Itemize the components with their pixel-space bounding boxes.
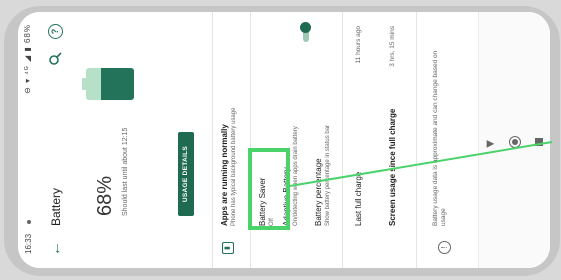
app-bar: ← Battery ? xyxy=(40,12,74,268)
last-full-charge-title: Last full charge xyxy=(354,171,363,226)
battery-body xyxy=(86,68,134,100)
info-icon: ! xyxy=(438,241,451,254)
battery-percentage-title: Battery percentage xyxy=(314,158,323,226)
back-arrow-icon[interactable]: ← xyxy=(47,241,65,256)
battery-estimate: Should last until about 12:15 xyxy=(122,127,129,216)
page-title: Battery xyxy=(49,187,63,226)
adaptive-battery-subtitle: On/detecting when apps drain battery xyxy=(293,126,299,226)
nav-recents-icon[interactable] xyxy=(535,138,543,146)
nav-home-icon[interactable] xyxy=(509,136,521,148)
notification-dot-icon xyxy=(27,220,31,224)
nav-back-icon[interactable]: ▶ xyxy=(487,139,495,150)
status-icons: ⊖ ▾ ⁴ᴳ ◢ ▮ 68% xyxy=(23,24,32,94)
last-full-charge-value: 11 hours ago xyxy=(355,26,362,64)
battery-fill xyxy=(101,68,134,100)
screen-usage-value: 3 hrs, 15 mins xyxy=(389,26,396,67)
navigation-bar: ▶ xyxy=(478,12,550,268)
battery-percentage-toggle[interactable] xyxy=(300,22,312,42)
usage-details-button[interactable]: USAGE DETAILS xyxy=(178,132,194,216)
battery-tip-icon: ▮ xyxy=(222,242,234,254)
tip-title: Apps are running normally xyxy=(220,124,229,226)
screen-usage-title: Screen usage since full charge xyxy=(388,108,397,226)
battery-icon xyxy=(82,68,134,100)
divider xyxy=(342,12,343,268)
status-time: 16:33 xyxy=(24,233,33,254)
divider xyxy=(416,12,417,268)
search-icon[interactable] xyxy=(48,52,62,66)
tip-subtitle: Phone has typical background battery usa… xyxy=(231,107,237,226)
toggle-thumb xyxy=(300,22,311,33)
footer-note: Battery usage data is approximate and ca… xyxy=(432,50,447,226)
battery-percentage-subtitle: Show battery percentage in status bar xyxy=(325,124,331,226)
divider xyxy=(212,12,213,268)
battery-percentage: 68% xyxy=(94,175,116,216)
status-bar: 16:33 ⊖ ▾ ⁴ᴳ ◢ ▮ 68% xyxy=(18,12,40,268)
help-icon[interactable]: ? xyxy=(48,24,63,39)
battery-saver-highlight xyxy=(248,148,290,230)
